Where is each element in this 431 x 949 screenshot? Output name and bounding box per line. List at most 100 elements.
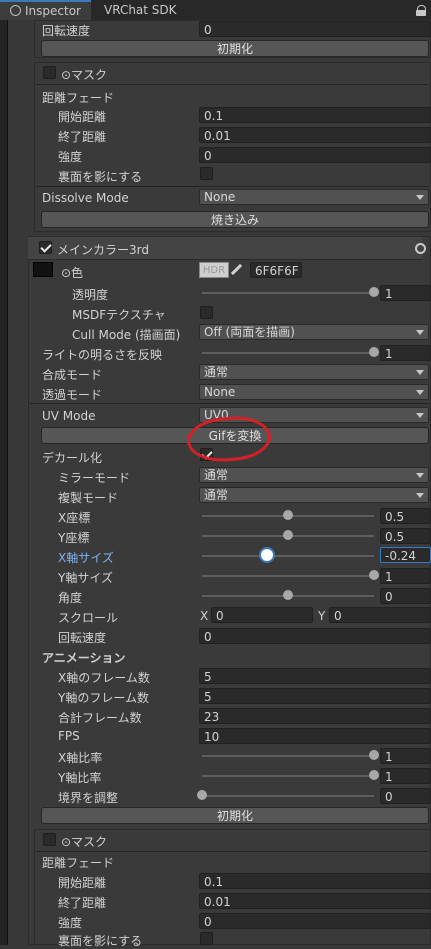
- y-position-field[interactable]: 0.5: [380, 528, 431, 544]
- chevron-down-icon: [416, 390, 424, 395]
- total-frames-field[interactable]: 23: [199, 708, 431, 724]
- scroll-y-label: Y: [318, 609, 326, 623]
- cull-mode-label: Cull Mode (描画面): [72, 328, 181, 342]
- scroll-x-field[interactable]: 0: [211, 607, 313, 623]
- cull-mode-dropdown[interactable]: Off (両面を描画): [199, 324, 429, 340]
- blend-mode-value: 通常: [204, 365, 229, 379]
- animation-heading: アニメーション: [42, 651, 126, 665]
- border-adjust-label: 境界を調整: [58, 791, 119, 805]
- divider: [30, 403, 429, 404]
- light-slider-track[interactable]: [202, 352, 374, 354]
- border-adjust-slider-track[interactable]: [202, 795, 374, 797]
- border-adjust-slider-thumb[interactable]: [197, 790, 207, 800]
- chevron-down-icon: [416, 493, 424, 498]
- top-strength-label: 強度: [58, 150, 83, 164]
- bottom-mask-checkbox[interactable]: [43, 833, 56, 846]
- top-end-distance-field[interactable]: 0.01: [199, 127, 431, 143]
- bottom-mask-label: ⊙マスク: [61, 835, 108, 849]
- top-mask-label: ⊙マスク: [61, 68, 108, 82]
- main3rd-reset-button[interactable]: 初期化: [41, 807, 429, 824]
- light-slider-thumb[interactable]: [369, 347, 379, 357]
- chevron-down-icon: [416, 473, 424, 478]
- color-texture-slot[interactable]: [33, 262, 53, 277]
- color-hex-field[interactable]: 6F6F6F: [250, 262, 302, 278]
- copy-mode-dropdown[interactable]: 通常: [199, 487, 429, 503]
- fps-label: FPS: [58, 729, 80, 743]
- tab-vrchat-sdk-label: VRChat SDK: [104, 3, 177, 17]
- tab-inspector[interactable]: Inspector: [0, 0, 91, 20]
- y-size-slider-thumb[interactable]: [369, 570, 379, 580]
- mirror-mode-dropdown[interactable]: 通常: [199, 467, 429, 483]
- left-gutter: [0, 20, 7, 945]
- y-ratio-field[interactable]: 1: [380, 768, 431, 784]
- bottom-backface-shadow-label: 裏面を影にする: [58, 934, 143, 948]
- border-adjust-field[interactable]: 0: [380, 788, 431, 804]
- uv-mode-label: UV Mode: [42, 409, 96, 423]
- decal-label: デカール化: [42, 451, 103, 465]
- bake-button[interactable]: 焼き込み: [41, 211, 429, 228]
- transparency-slider-track[interactable]: [202, 292, 374, 294]
- top-start-distance-label: 開始距離: [58, 110, 107, 124]
- top-backface-shadow-checkbox[interactable]: [200, 167, 213, 180]
- x-size-label: X軸サイズ: [58, 551, 114, 565]
- transparency-field[interactable]: 1: [380, 285, 431, 301]
- x-position-slider-thumb[interactable]: [283, 510, 293, 520]
- hdr-color-swatch[interactable]: HDR: [199, 262, 229, 278]
- x-position-field[interactable]: 0.5: [380, 508, 431, 524]
- bottom-end-distance-label: 終了距離: [58, 896, 107, 910]
- bottom-strength-field[interactable]: 0: [199, 913, 431, 929]
- bottom-backface-shadow-checkbox[interactable]: [200, 932, 213, 945]
- cull-mode-value: Off (両面を描画): [204, 325, 295, 339]
- y-size-slider-track[interactable]: [202, 575, 374, 577]
- color-label: ⊙色: [61, 266, 84, 280]
- x-ratio-slider-track[interactable]: [202, 755, 374, 757]
- y-ratio-slider-track[interactable]: [202, 775, 374, 777]
- fps-field[interactable]: 10: [199, 728, 431, 744]
- x-ratio-field[interactable]: 1: [380, 748, 431, 764]
- y-ratio-slider-thumb[interactable]: [369, 770, 379, 780]
- mirror-mode-value: 通常: [204, 468, 229, 482]
- x-size-slider-track[interactable]: [202, 555, 374, 557]
- x-size-field[interactable]: -0.24: [380, 547, 431, 563]
- y-frames-field[interactable]: 5: [199, 688, 431, 704]
- top-dissolve-mode-dropdown[interactable]: None: [199, 189, 429, 205]
- top-dissolve-mode-value: None: [204, 190, 236, 204]
- divider: [36, 851, 429, 852]
- top-dissolve-mode-label: Dissolve Mode: [42, 191, 129, 205]
- msdf-checkbox[interactable]: [200, 306, 213, 319]
- transparent-mode-dropdown[interactable]: None: [199, 384, 429, 400]
- top-mask-checkbox[interactable]: [43, 66, 56, 79]
- gear-icon[interactable]: [415, 243, 426, 254]
- angle-label: 角度: [58, 591, 83, 605]
- tab-bar: Inspector VRChat SDK: [0, 0, 431, 21]
- bottom-start-distance-field[interactable]: 0.1: [199, 873, 431, 889]
- divider: [36, 84, 429, 85]
- top-start-distance-field[interactable]: 0.1: [199, 107, 431, 123]
- y-size-field[interactable]: 1: [380, 568, 431, 584]
- lock-icon-body: [416, 10, 426, 16]
- transparency-label: 透明度: [72, 288, 109, 302]
- rotation-speed-field[interactable]: 0: [199, 628, 431, 644]
- bottom-distance-fade-label: 距離フェード: [42, 856, 115, 870]
- top-rotation-speed-field[interactable]: 0: [199, 21, 431, 37]
- scroll-y-field[interactable]: 0: [329, 607, 431, 623]
- light-field[interactable]: 1: [380, 345, 431, 361]
- x-ratio-slider-thumb[interactable]: [369, 750, 379, 760]
- msdf-label: MSDFテクスチャ: [72, 308, 166, 322]
- y-position-slider-thumb[interactable]: [283, 530, 293, 540]
- top-reset-button[interactable]: 初期化: [41, 40, 429, 57]
- top-strength-field[interactable]: 0: [199, 147, 431, 163]
- tab-vrchat-sdk[interactable]: VRChat SDK: [94, 0, 187, 20]
- angle-field[interactable]: 0: [380, 588, 431, 604]
- top-backface-shadow-label: 裏面を影にする: [58, 170, 143, 184]
- scroll-x-label: X: [200, 609, 209, 623]
- angle-slider-thumb[interactable]: [283, 590, 293, 600]
- rotation-speed-label: 回転速度: [58, 631, 107, 645]
- main-color-3rd-checkbox[interactable]: [39, 241, 52, 254]
- x-frames-field[interactable]: 5: [199, 668, 431, 684]
- transparency-slider-thumb[interactable]: [369, 287, 379, 297]
- bottom-end-distance-field[interactable]: 0.01: [199, 893, 431, 909]
- blend-mode-dropdown[interactable]: 通常: [199, 364, 429, 380]
- x-ratio-label: X軸比率: [58, 751, 103, 765]
- transparent-mode-label: 透過モード: [42, 388, 103, 402]
